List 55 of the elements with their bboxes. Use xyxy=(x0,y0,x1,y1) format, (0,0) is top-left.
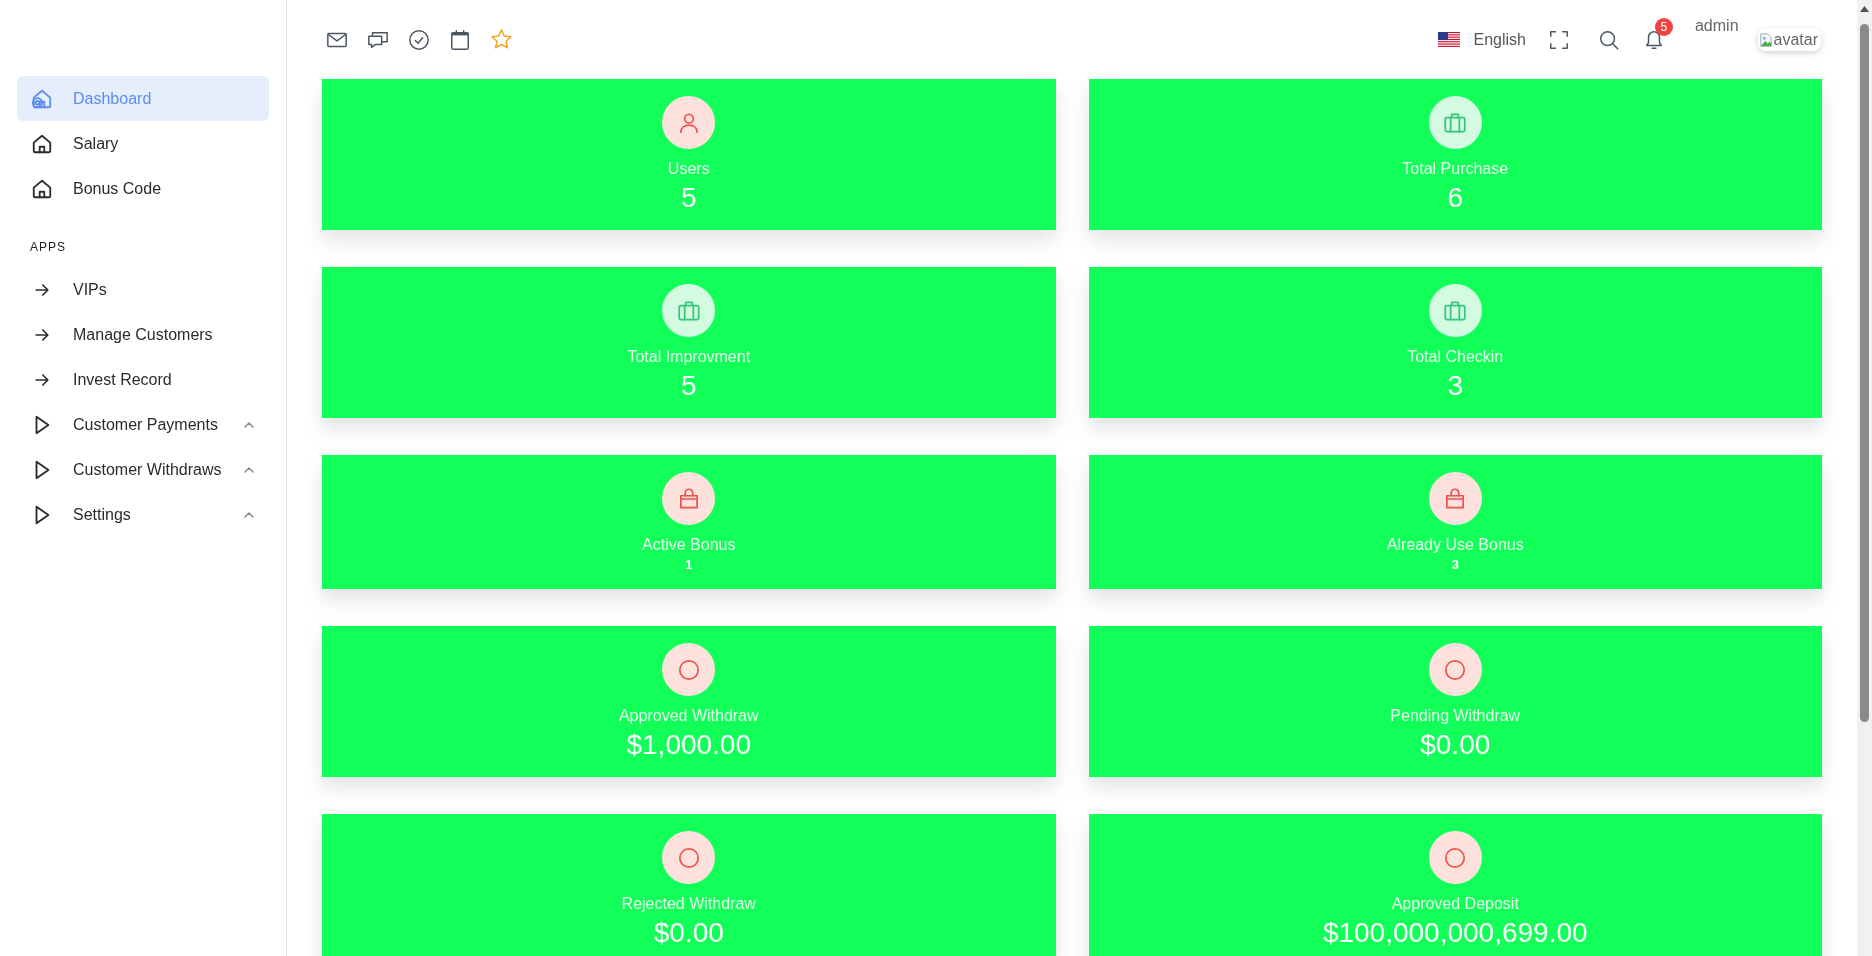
sidebar-item[interactable]: VIPs xyxy=(17,267,269,312)
check-circle-icon[interactable] xyxy=(408,28,430,51)
section-heading: APPS xyxy=(29,239,67,255)
sidebar-item[interactable]: Salary xyxy=(17,121,269,166)
scrollbar[interactable] xyxy=(1857,0,1872,956)
sidebar-item[interactable]: Settings xyxy=(17,492,269,537)
card-value: 3 xyxy=(1451,556,1459,574)
home-icon xyxy=(31,87,53,110)
shopping-bag-icon xyxy=(1428,472,1482,525)
card-label: Approved Withdraw xyxy=(618,706,759,726)
fullscreen-icon[interactable] xyxy=(1547,28,1570,51)
star-icon[interactable] xyxy=(490,28,513,51)
search-icon[interactable] xyxy=(1597,28,1620,51)
home-icon xyxy=(31,132,53,155)
card-value: 5 xyxy=(680,369,697,403)
calendar-icon[interactable] xyxy=(449,28,471,51)
card-label: Pending Withdraw xyxy=(1390,706,1521,726)
avatar-image[interactable]: avatar xyxy=(1757,28,1821,51)
card-value: $100,000,000,699.00 xyxy=(1322,916,1588,950)
chevron-up-icon xyxy=(244,421,254,428)
scroll-up-icon[interactable] xyxy=(1860,6,1869,12)
card-label: Already Use Bonus xyxy=(1386,535,1524,555)
card-label: Approved Deposit xyxy=(1391,894,1519,914)
home-icon xyxy=(31,177,53,200)
card-value: 1 xyxy=(685,556,693,574)
card-label: Rejected Withdraw xyxy=(621,894,756,914)
card-label: Active Bonus xyxy=(642,535,736,555)
user-name[interactable]: admin xyxy=(1694,14,1739,38)
card-label: Users xyxy=(667,159,710,179)
card-value: $0.00 xyxy=(1420,728,1491,762)
briefcase-icon xyxy=(1428,284,1482,337)
broken-image-icon xyxy=(1758,32,1773,47)
briefcase-icon xyxy=(662,284,716,337)
shopping-bag-icon xyxy=(662,472,716,525)
card-value: 5 xyxy=(680,181,697,215)
sidebar-item[interactable]: Customer Payments xyxy=(17,402,269,447)
sidebar-item[interactable]: Bonus Code xyxy=(17,166,269,211)
card-label: Total Purchase xyxy=(1402,159,1509,179)
card-value: $1,000.00 xyxy=(626,728,752,762)
card-label: Total Checkin xyxy=(1407,347,1504,367)
language-selector[interactable]: English xyxy=(1438,27,1526,52)
card-value: $0.00 xyxy=(653,916,724,950)
flag-icon xyxy=(1438,31,1461,48)
scrollbar-thumb[interactable] xyxy=(1860,24,1869,722)
card-value: 6 xyxy=(1447,181,1464,215)
notification-badge: 5 xyxy=(1654,17,1673,36)
sidebar-item[interactable]: Customer Withdraws xyxy=(17,447,269,492)
user-icon xyxy=(662,96,716,149)
briefcase-icon xyxy=(1428,96,1482,149)
sidebar-item[interactable]: Manage Customers xyxy=(17,312,269,357)
chevron-up-icon xyxy=(244,511,254,518)
chevron-up-icon xyxy=(244,466,254,473)
card-label: Total Improvment xyxy=(627,347,751,367)
card-value: 3 xyxy=(1447,369,1464,403)
sidebar-item[interactable]: Invest Record xyxy=(17,357,269,402)
